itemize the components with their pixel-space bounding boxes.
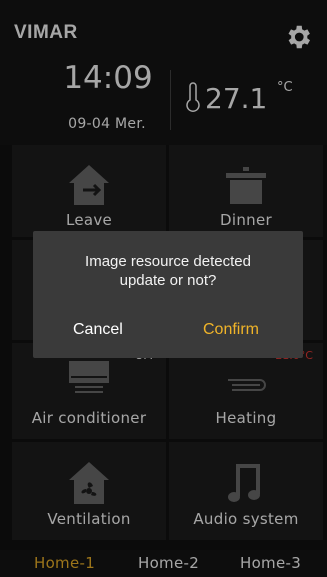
- dialog-message-line1: Image resource detected: [85, 253, 251, 270]
- cancel-button[interactable]: Cancel: [73, 321, 123, 339]
- dialog-message-line2: update or not?: [119, 272, 217, 289]
- confirm-button[interactable]: Confirm: [203, 321, 259, 339]
- update-dialog: Image resource detected update or not? C…: [33, 231, 303, 358]
- dialog-message: Image resource detected update or not?: [43, 252, 293, 290]
